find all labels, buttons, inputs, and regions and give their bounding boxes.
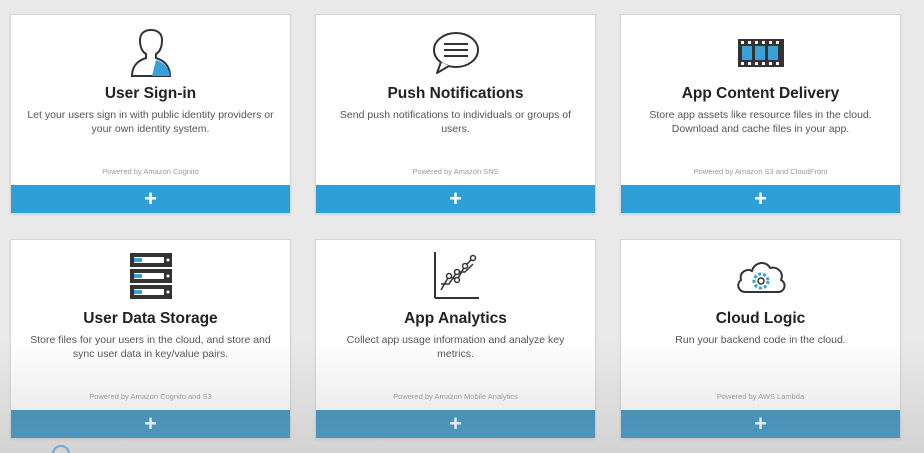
add-cloud-logic-button[interactable]: + [621, 410, 900, 438]
card-title: App Content Delivery [681, 85, 840, 102]
server-rack-icon [11, 248, 290, 304]
card-cloud-logic: Cloud Logic Run your backend code in the… [620, 239, 901, 439]
user-silhouette-icon [11, 25, 290, 81]
card-app-content-delivery: App Content Delivery Store app assets li… [620, 14, 901, 214]
film-strip-icon [621, 25, 900, 81]
add-user-data-storage-button[interactable]: + [11, 410, 290, 438]
card-app-analytics: App Analytics Collect app usage informat… [315, 239, 596, 439]
add-user-sign-in-button[interactable]: + [11, 185, 290, 213]
add-push-notifications-button[interactable]: + [316, 185, 595, 213]
chat-bubble-icon [316, 25, 595, 81]
card-title: User Data Storage [83, 310, 218, 327]
card-title: Cloud Logic [715, 310, 806, 327]
feature-card-grid: User Sign-in Let your users sign in with… [0, 0, 924, 453]
card-description: Let your users sign in with public ident… [27, 109, 274, 135]
card-user-data-storage: User Data Storage Store files for your u… [10, 239, 291, 439]
line-graph-icon [316, 248, 595, 304]
powered-by-label: Powered by Amazon SNS [412, 167, 499, 176]
card-title: User Sign-in [104, 85, 197, 102]
powered-by-label: Powered by Amazon S3 and CloudFront [693, 167, 828, 176]
add-app-analytics-button[interactable]: + [316, 410, 595, 438]
card-description: Store app assets like resource files in … [649, 109, 872, 135]
card-description: Send push notifications to individuals o… [339, 109, 572, 135]
card-title: Push Notifications [387, 85, 524, 102]
card-description: Store files for your users in the cloud,… [30, 334, 271, 360]
powered-by-label: Powered by AWS Lambda [716, 392, 805, 401]
card-push-notifications: Push Notifications Send push notificatio… [315, 14, 596, 214]
powered-by-label: Powered by Amazon Cognito [102, 167, 199, 176]
powered-by-label: Powered by Amazon Cognito and S3 [89, 392, 212, 401]
card-user-sign-in: User Sign-in Let your users sign in with… [10, 14, 291, 214]
card-description: Run your backend code in the cloud. [675, 334, 846, 346]
card-description: Collect app usage information and analyz… [346, 334, 565, 360]
powered-by-label: Powered by Amazon Mobile Analytics [393, 392, 518, 401]
add-app-content-delivery-button[interactable]: + [621, 185, 900, 213]
card-title: App Analytics [404, 310, 507, 327]
cloud-gear-icon [621, 250, 900, 306]
